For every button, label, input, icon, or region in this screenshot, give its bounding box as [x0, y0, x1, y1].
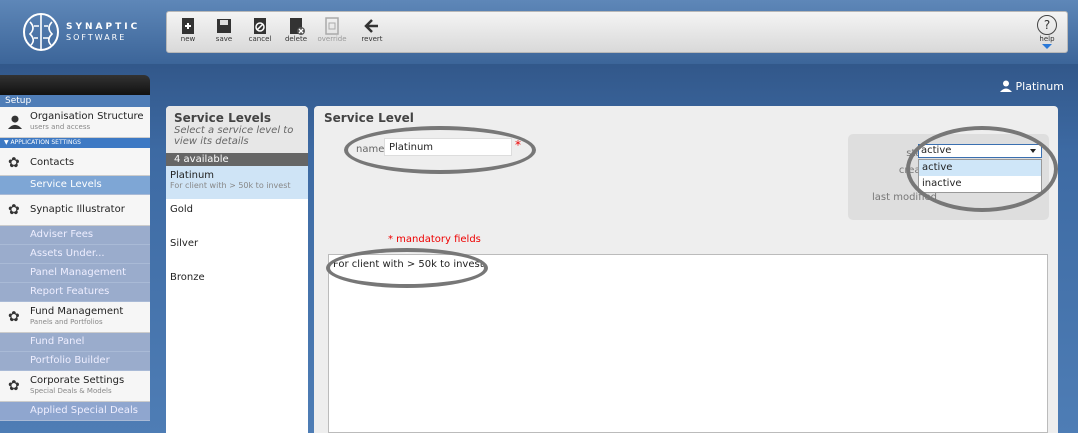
sidebar-item-portfolio-builder[interactable]: Portfolio Builder [0, 352, 150, 371]
help-icon: ? [1037, 15, 1057, 35]
sidebar-item-report-features[interactable]: Report Features [0, 283, 150, 302]
override-button[interactable]: override [317, 15, 347, 49]
cancel-label: cancel [248, 35, 272, 43]
new-icon [182, 18, 194, 34]
user-icon [999, 80, 1012, 92]
list-item[interactable]: Gold [166, 200, 308, 234]
sidebar-item-label: Contacts [30, 157, 75, 168]
list-subtitle: Select a service level to view its detai… [174, 125, 294, 147]
last-modified-label: last modified [872, 192, 937, 203]
revert-button[interactable]: revert [357, 15, 387, 49]
status-option-inactive[interactable]: inactive [919, 176, 1041, 192]
override-icon [325, 17, 339, 35]
sidebar-item-label: Corporate Settings [30, 375, 125, 386]
override-label: override [317, 35, 347, 43]
sidebar-item-contacts[interactable]: ✿ Contacts [0, 148, 150, 176]
sidebar-item-fund-management[interactable]: ✿ Fund Management Panels and Portfolios [0, 302, 150, 333]
delete-button[interactable]: delete [281, 15, 311, 49]
delete-label: delete [284, 35, 308, 43]
status-selected-value: active [921, 145, 952, 156]
sidebar-item-assets-under[interactable]: Assets Under... [0, 245, 150, 264]
detail-title: Service Level [324, 111, 414, 125]
sidebar-section-app-settings[interactable]: ▼ APPLICATION SETTINGS [0, 138, 150, 148]
sidebar-item-organisation[interactable]: Organisation Structure users and access [0, 107, 150, 138]
sidebar-item-label: Synaptic Illustrator [30, 204, 125, 215]
sidebar-item-illustrator[interactable]: ✿ Synaptic Illustrator [0, 195, 150, 226]
new-button[interactable]: new [173, 15, 203, 49]
gear-icon: ✿ [8, 378, 20, 394]
sidebar-item-sublabel: users and access [30, 123, 91, 131]
list-item-name: Silver [170, 238, 199, 249]
chevron-down-icon [1030, 149, 1036, 153]
gear-icon: ✿ [8, 309, 20, 325]
list-item-name: Platinum [170, 170, 215, 181]
sidebar-item-service-levels[interactable]: Service Levels [0, 176, 150, 195]
mandatory-fields-note: * mandatory fields [388, 234, 481, 245]
sidebar-section-setup: Setup [0, 95, 150, 107]
toolbar: new save cancel delete override revert ?… [166, 11, 1068, 53]
user-icon [8, 115, 22, 129]
list-item-desc: For client with > 50k to invest [170, 181, 291, 190]
list-item[interactable]: Platinum For client with > 50k to invest [166, 166, 308, 200]
service-level-detail-panel: Service Level name * status created last… [314, 106, 1058, 433]
description-textarea[interactable]: For client with > 50k to invest [328, 254, 1048, 433]
app-header: SYNAPTIC SOFTWARE new save cancel delete… [0, 0, 1078, 64]
save-button[interactable]: save [209, 15, 239, 49]
sidebar-item-fund-panel[interactable]: Fund Panel [0, 333, 150, 352]
list-item[interactable]: Bronze [166, 268, 308, 302]
sidebar-item-sublabel: Special Deals & Models [30, 387, 112, 395]
name-label: name [356, 144, 385, 155]
service-level-list-panel: Service Levels Select a service level to… [166, 106, 308, 433]
sidebar-item-sublabel: Panels and Portfolios [30, 318, 103, 326]
list-item[interactable]: Silver [166, 234, 308, 268]
sidebar-item-panel-management[interactable]: Panel Management [0, 264, 150, 283]
brand-tagline: SOFTWARE [66, 33, 127, 42]
logo: SYNAPTIC SOFTWARE [0, 0, 150, 64]
list-item-name: Bronze [170, 272, 205, 283]
list-header: Service Levels Select a service level to… [166, 106, 308, 153]
help-button[interactable]: ? help [1035, 15, 1059, 49]
required-marker: * [515, 138, 521, 152]
sidebar-item-adviser-fees[interactable]: Adviser Fees [0, 226, 150, 245]
status-select[interactable]: active [918, 144, 1042, 158]
cancel-button[interactable]: cancel [245, 15, 275, 49]
current-user[interactable]: Platinum [999, 80, 1064, 93]
sidebar-top-strip [0, 75, 150, 95]
cancel-icon [254, 18, 266, 34]
status-dropdown-list: active inactive [918, 159, 1042, 193]
revert-label: revert [361, 35, 383, 43]
delete-icon [290, 18, 305, 35]
chevron-down-icon [1042, 44, 1052, 49]
save-label: save [215, 35, 233, 43]
brand-name: SYNAPTIC [66, 22, 141, 32]
list-count: 4 available [166, 153, 308, 166]
sidebar-item-applied-special-deals[interactable]: Applied Special Deals [0, 402, 150, 421]
sidebar-item-label: Organisation Structure [30, 111, 144, 122]
back-arrow-icon [364, 19, 378, 33]
brain-logo-icon [23, 13, 59, 51]
list-item-name: Gold [170, 204, 193, 215]
save-icon [217, 19, 231, 33]
list-title: Service Levels [174, 111, 272, 125]
gear-icon: ✿ [8, 202, 20, 218]
sidebar: Setup Organisation Structure users and a… [0, 75, 150, 433]
user-name: Platinum [1015, 80, 1064, 93]
status-option-active[interactable]: active [919, 160, 1041, 176]
help-label: help [1039, 35, 1055, 43]
new-label: new [180, 35, 196, 43]
sidebar-item-label: Fund Management [30, 306, 124, 317]
name-field[interactable] [384, 138, 512, 156]
sidebar-item-corporate-settings[interactable]: ✿ Corporate Settings Special Deals & Mod… [0, 371, 150, 402]
gear-icon: ✿ [8, 155, 20, 171]
